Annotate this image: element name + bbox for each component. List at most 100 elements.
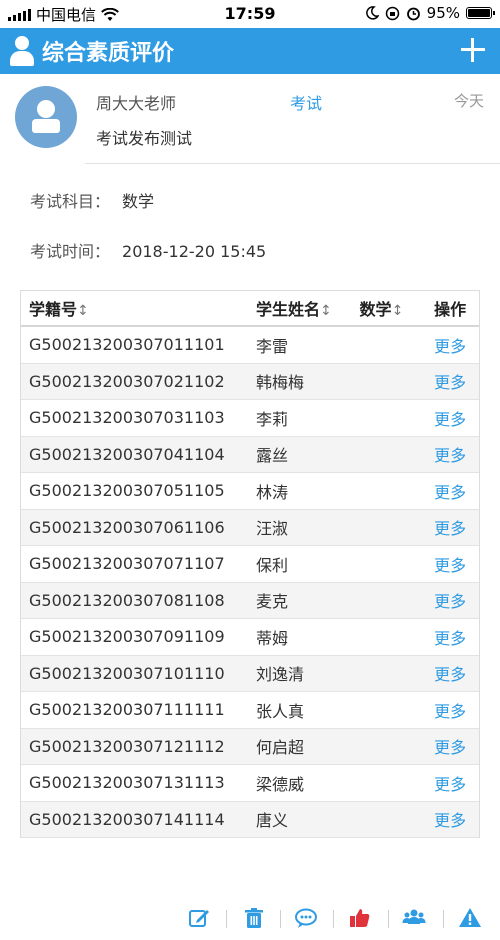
table-row: G500213200307021102 韩梅梅 更多 <box>21 363 479 400</box>
column-header-math[interactable]: 数学↕ <box>354 296 422 320</box>
student-name-cell: 李雷 <box>256 336 289 356</box>
student-id-cell: G500213200307051105 <box>29 481 225 501</box>
student-name-cell: 麦克 <box>256 592 289 612</box>
exam-subject-value: 数学 <box>122 192 155 211</box>
more-link[interactable]: 更多 <box>421 369 479 393</box>
add-button[interactable] <box>458 35 488 65</box>
student-name-cell: 李莉 <box>256 409 289 429</box>
toolbar-divider <box>443 910 444 928</box>
student-id-cell: G500213200307121112 <box>29 736 225 756</box>
more-link[interactable]: 更多 <box>421 406 479 430</box>
comment-icon[interactable] <box>294 906 318 930</box>
student-id-cell: G500213200307081108 <box>29 590 225 610</box>
more-link[interactable]: 更多 <box>421 698 479 722</box>
delete-icon[interactable] <box>242 906 266 930</box>
table-row: G500213200307091109 蒂姆 更多 <box>21 619 479 656</box>
student-name-cell: 保利 <box>256 555 289 575</box>
post-title: 考试发布测试 <box>96 129 193 148</box>
student-id-cell: G500213200307101110 <box>29 663 225 683</box>
sort-icon[interactable]: ↕ <box>392 303 404 319</box>
exam-time-label: 考试时间： <box>30 242 111 261</box>
app-header: 综合素质评价 <box>0 28 500 74</box>
student-id-cell: G500213200307011101 <box>29 335 225 355</box>
more-link[interactable]: 更多 <box>421 515 479 539</box>
group-icon[interactable] <box>402 906 426 930</box>
sort-icon[interactable]: ↕ <box>77 303 89 319</box>
toolbar-divider <box>280 910 281 928</box>
student-id-cell: G500213200307021102 <box>29 371 225 391</box>
table-row: G500213200307131113 梁德威 更多 <box>21 765 479 802</box>
more-link[interactable]: 更多 <box>421 771 479 795</box>
more-link[interactable]: 更多 <box>421 734 479 758</box>
post-time: 今天 <box>453 92 484 110</box>
more-link[interactable]: 更多 <box>421 588 479 612</box>
toolbar-divider <box>333 910 334 928</box>
table-row: G500213200307041104 露丝 更多 <box>21 436 479 473</box>
table-row: G500213200307071107 保利 更多 <box>21 546 479 583</box>
edit-icon[interactable] <box>187 906 211 930</box>
post-author: 周大大老师 <box>96 94 177 113</box>
student-name-cell: 唐义 <box>256 811 289 831</box>
table-row: G500213200307081108 麦克 更多 <box>21 582 479 619</box>
column-header-student-id[interactable]: 学籍号↕ <box>21 296 248 320</box>
post-category[interactable]: 考试 <box>290 90 322 114</box>
student-name-cell: 露丝 <box>256 446 289 466</box>
student-id-cell: G500213200307071107 <box>29 554 225 574</box>
more-link[interactable]: 更多 <box>421 552 479 576</box>
column-header-action: 操作 <box>434 300 467 319</box>
table-row: G500213200307121112 何启超 更多 <box>21 728 479 765</box>
sort-icon[interactable]: ↕ <box>320 303 332 319</box>
table-row: G500213200307061106 汪淑 更多 <box>21 509 479 546</box>
divider <box>85 163 500 164</box>
table-row: G500213200307051105 林涛 更多 <box>21 473 479 510</box>
table-row: G500213200307101110 刘逸清 更多 <box>21 655 479 692</box>
more-link[interactable]: 更多 <box>421 625 479 649</box>
student-id-cell: G500213200307061106 <box>29 517 225 537</box>
student-name-cell: 张人真 <box>256 701 305 721</box>
post-card: 周大大老师 考试 今天 考试发布测试 <box>0 74 500 164</box>
status-right: 95% <box>365 4 495 22</box>
user-icon[interactable] <box>10 36 34 66</box>
table-header: 学籍号↕ 学生姓名↕ 数学↕ 操作 <box>21 291 479 327</box>
more-link[interactable]: 更多 <box>421 442 479 466</box>
battery-percent: 95% <box>426 4 460 22</box>
moon-icon <box>365 6 379 20</box>
column-header-student-name[interactable]: 学生姓名↕ <box>248 296 354 320</box>
student-id-cell: G500213200307111111 <box>29 700 225 720</box>
bottom-toolbar <box>0 900 500 938</box>
table-row: G500213200307141114 唐义 更多 <box>21 801 479 838</box>
table-row: G500213200307111111 张人真 更多 <box>21 692 479 729</box>
student-id-cell: G500213200307031103 <box>29 408 225 428</box>
student-name-cell: 蒂姆 <box>256 628 289 648</box>
more-link[interactable]: 更多 <box>421 479 479 503</box>
table-row: G500213200307031103 李莉 更多 <box>21 400 479 437</box>
student-name-cell: 刘逸清 <box>256 665 305 685</box>
toolbar-divider <box>388 910 389 928</box>
exam-subject-label: 考试科目： <box>30 192 111 211</box>
like-icon[interactable] <box>348 906 372 930</box>
avatar[interactable] <box>15 86 77 148</box>
student-table: 学籍号↕ 学生姓名↕ 数学↕ 操作 G500213200307011101 李雷更… <box>20 290 480 838</box>
exam-time-row: 考试时间： 2018-12-20 15:45 <box>30 238 266 262</box>
student-id-cell: G500213200307131113 <box>29 773 225 793</box>
exam-time-value: 2018-12-20 15:45 <box>122 242 267 261</box>
table-row: G500213200307011101 李雷 更多 <box>21 327 479 364</box>
alarm-icon <box>406 7 420 20</box>
student-id-cell: G500213200307141114 <box>29 809 225 829</box>
more-link[interactable]: 更多 <box>421 333 479 357</box>
battery-icon <box>466 7 495 19</box>
status-bar: 中国电信 17:59 95% <box>0 0 500 28</box>
warning-icon[interactable] <box>458 906 482 930</box>
table-body: G500213200307011101 李雷 更多 G5002132003070211… <box>21 327 479 838</box>
more-link[interactable]: 更多 <box>421 661 479 685</box>
toolbar-divider <box>226 910 227 928</box>
orientation-lock-icon <box>385 6 399 20</box>
student-name-cell: 何启超 <box>256 738 305 758</box>
student-id-cell: G500213200307091109 <box>29 627 225 647</box>
page-title: 综合素质评价 <box>42 41 175 66</box>
student-name-cell: 梁德威 <box>256 774 305 794</box>
more-link[interactable]: 更多 <box>421 807 479 831</box>
student-name-cell: 韩梅梅 <box>256 373 305 393</box>
exam-subject-row: 考试科目： 数学 <box>30 188 154 212</box>
student-id-cell: G500213200307041104 <box>29 444 225 464</box>
